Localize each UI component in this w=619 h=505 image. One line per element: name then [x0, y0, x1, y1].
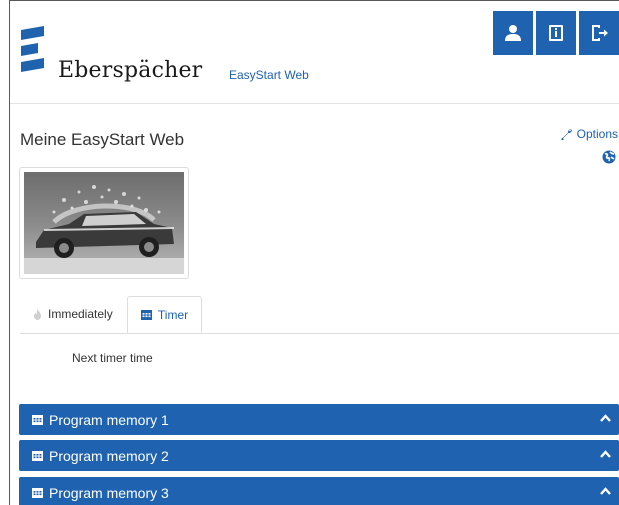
mode-tabs: Immediately Timer [20, 296, 619, 334]
program-memory-1-header[interactable]: Program memory 1 [19, 404, 619, 435]
globe-icon[interactable] [602, 150, 616, 169]
tab-timer[interactable]: Timer [127, 296, 202, 333]
frame-border [9, 0, 10, 505]
options-label: Options [576, 127, 618, 141]
page-title: Meine EasyStart Web [20, 130, 185, 149]
calendar-icon [32, 414, 43, 425]
tab-immediately-label: Immediately [48, 307, 113, 321]
options-link[interactable]: Options [560, 127, 618, 141]
program-memory-label: Program memory 2 [49, 447, 169, 464]
calendar-icon [32, 450, 43, 461]
calendar-icon [140, 309, 152, 320]
app-frame: Eberspächer EasyStart Web Meine EasyStar… [0, 0, 619, 505]
program-memory-label: Program memory 1 [49, 411, 169, 428]
program-memory-label: Program memory 3 [49, 484, 169, 501]
vehicle-image [19, 167, 189, 279]
header-divider [10, 103, 619, 104]
logout-icon [592, 25, 608, 41]
user-button[interactable] [493, 11, 533, 55]
info-button[interactable] [536, 11, 576, 55]
frame-border [9, 0, 619, 1]
header-toolbar [490, 11, 619, 55]
eberspaecher-logo-icon [18, 26, 48, 89]
flame-icon [33, 308, 42, 320]
chevron-up-icon[interactable] [600, 487, 611, 495]
user-icon [505, 25, 521, 41]
tab-immediately[interactable]: Immediately [20, 296, 127, 332]
next-timer-label: Next timer time [72, 351, 153, 365]
chevron-up-icon[interactable] [600, 450, 611, 458]
calendar-icon [32, 487, 43, 498]
chevron-up-icon[interactable] [600, 414, 611, 422]
brand-name: Eberspächer [58, 58, 203, 83]
app-title[interactable]: EasyStart Web [229, 68, 309, 82]
wrench-icon [560, 129, 572, 140]
tab-timer-label: Timer [157, 307, 189, 322]
info-book-icon [549, 25, 563, 41]
logout-button[interactable] [579, 11, 619, 55]
program-memory-3-header[interactable]: Program memory 3 [19, 477, 619, 505]
program-memory-2-header[interactable]: Program memory 2 [19, 440, 619, 471]
